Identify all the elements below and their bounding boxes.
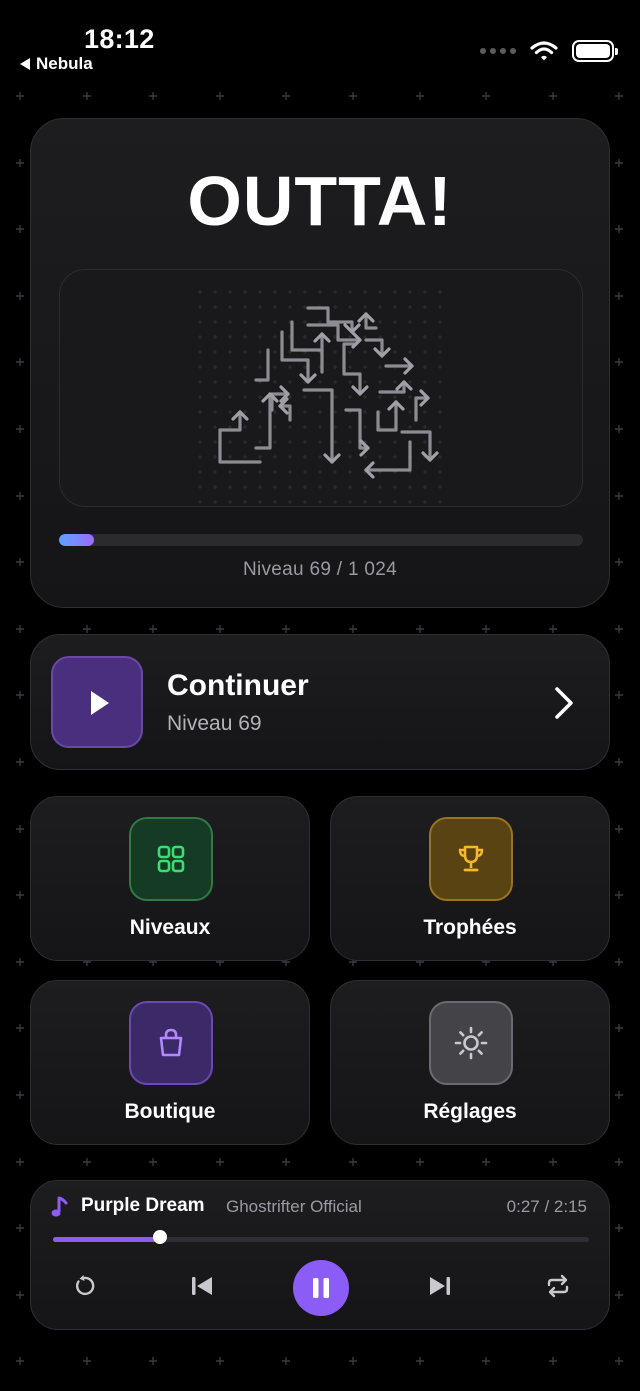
- wifi-icon: [530, 41, 558, 61]
- signal-dots-icon: [480, 48, 516, 54]
- shop-label: Boutique: [124, 1100, 216, 1123]
- music-note-icon: [51, 1196, 68, 1217]
- pause-icon: [313, 1278, 329, 1298]
- pause-button[interactable]: [293, 1260, 349, 1316]
- shop-icon-tile: [129, 1001, 213, 1085]
- settings-button[interactable]: Réglages: [330, 980, 610, 1145]
- trophies-button[interactable]: Trophées: [330, 796, 610, 961]
- play-icon-tile: [51, 656, 143, 748]
- previous-track-button[interactable]: [187, 1271, 217, 1301]
- level-progress-caption: Niveau 69 / 1 024: [242, 559, 398, 580]
- next-icon: [430, 1277, 450, 1295]
- level-progress-fill: [59, 534, 95, 546]
- status-indicators: [480, 40, 618, 62]
- track-artist: Ghostrifter Official: [226, 1197, 362, 1216]
- settings-label: Réglages: [423, 1100, 517, 1123]
- back-to-app-link[interactable]: Nebula: [20, 54, 93, 74]
- levels-label: Niveaux: [129, 916, 211, 939]
- track-time: 0:27 / 2:15: [506, 1197, 587, 1216]
- repeat-icon: [547, 1274, 569, 1298]
- trophies-label: Trophées: [423, 916, 517, 939]
- track-progress-fill: [53, 1237, 161, 1242]
- trophy-icon: [458, 845, 484, 872]
- back-arrow-icon: [20, 58, 30, 70]
- maze-preview: [59, 269, 583, 507]
- continue-button[interactable]: Continuer Niveau 69: [30, 634, 610, 770]
- repeat-button[interactable]: [543, 1271, 573, 1301]
- settings-icon-tile: [429, 1001, 513, 1085]
- chevron-right-icon: [555, 687, 573, 719]
- game-hero-card: OUTTA! Niveau 69 / 1 024: [30, 118, 610, 608]
- replay-icon: [75, 1275, 95, 1296]
- shop-button[interactable]: Boutique: [30, 980, 310, 1145]
- level-progress-bar: [59, 534, 583, 546]
- continue-title: Continuer: [167, 669, 309, 702]
- shopping-bag-icon: [159, 1028, 183, 1057]
- previous-icon: [192, 1277, 212, 1295]
- track-progress-bar[interactable]: [53, 1237, 589, 1242]
- continue-level-label: Niveau 69: [167, 712, 262, 735]
- track-title: Purple Dream: [81, 1195, 205, 1216]
- levels-button[interactable]: Niveaux: [30, 796, 310, 961]
- back-app-label: Nebula: [36, 54, 93, 73]
- grid-icon: [157, 845, 185, 873]
- game-title: OUTTA!: [187, 162, 453, 240]
- maze-preview-graphic: [198, 290, 442, 504]
- play-icon: [91, 691, 109, 715]
- music-player: Purple Dream Ghostrifter Official 0:27 /…: [30, 1180, 610, 1330]
- next-track-button[interactable]: [425, 1271, 455, 1301]
- levels-icon-tile: [129, 817, 213, 901]
- sun-gear-icon: [454, 1026, 488, 1060]
- battery-icon: [572, 40, 618, 62]
- trophies-icon-tile: [429, 817, 513, 901]
- replay-button[interactable]: [69, 1271, 99, 1301]
- status-time: 18:12: [84, 24, 155, 54]
